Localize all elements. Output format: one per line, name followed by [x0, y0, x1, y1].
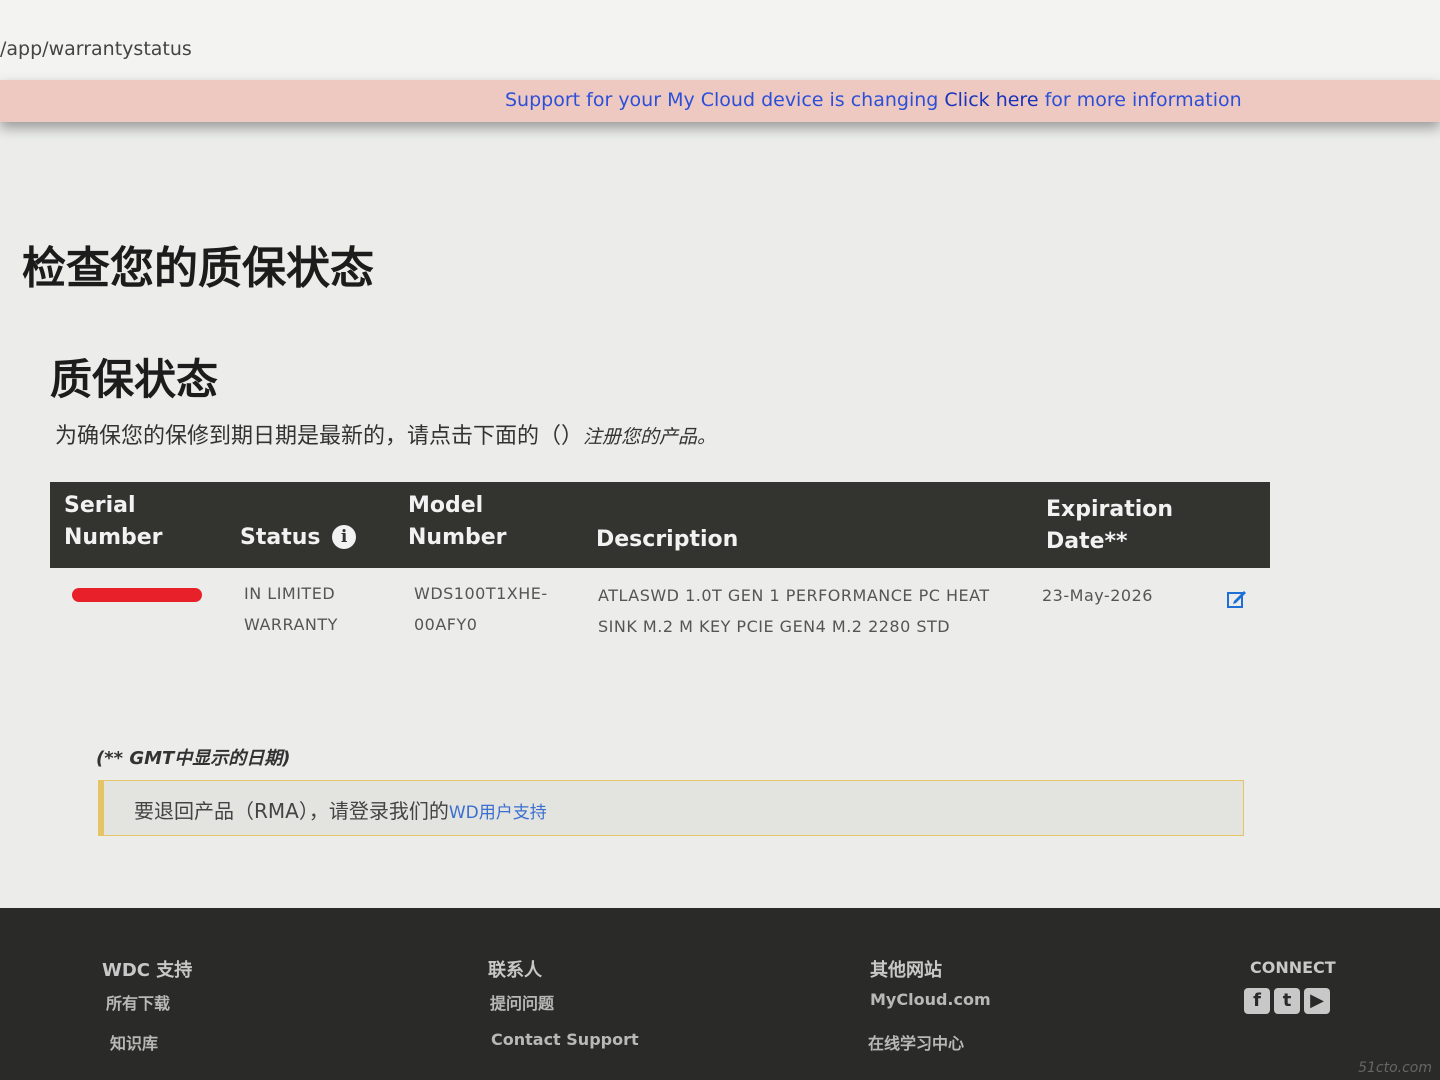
table-row: IN LIMITED WARRANTY WDS100T1XHE- 00AFY0 … — [50, 570, 1270, 660]
facebook-icon[interactable]: f — [1244, 988, 1270, 1014]
info-icon[interactable]: i — [332, 525, 357, 549]
rma-text-main: 要退回产品（RMA），请登录我们的 — [134, 799, 449, 823]
row-status: IN LIMITED WARRANTY — [244, 578, 338, 640]
watermark: 51cto.com — [1358, 1060, 1432, 1076]
footer-link-mycloud[interactable]: MyCloud.com — [870, 990, 991, 1009]
header-expiration-line2: Date** — [1046, 529, 1128, 554]
twitter-icon[interactable]: t — [1274, 988, 1300, 1014]
header-model-line1: Model — [408, 493, 484, 518]
intro-text: 为确保您的保修到期日期是最新的，请点击下面的（）注册您的产品。 — [55, 418, 716, 450]
notice-text-after: for more information — [1038, 89, 1242, 111]
row-status-line2: WARRANTY — [244, 615, 338, 634]
rma-text: 要退回产品（RMA），请登录我们的WD用户支持 — [134, 795, 547, 824]
rma-notice: 要退回产品（RMA），请登录我们的WD用户支持 — [98, 780, 1244, 836]
footer-heading-support: WDC 支持 — [102, 960, 193, 981]
notice-banner: Support for your My Cloud device is chan… — [0, 80, 1440, 122]
page-title: 检查您的质保状态 — [22, 243, 374, 294]
footer-connect-label: CONNECT — [1250, 958, 1336, 977]
redacted-serial-number — [72, 588, 202, 602]
intro-text-main: 为确保您的保修到期日期是最新的，请点击下面的（） — [55, 424, 584, 449]
edit-icon-svg — [1227, 591, 1246, 608]
header-status-label: Status — [240, 525, 321, 550]
row-model-line2: 00AFY0 — [414, 615, 478, 634]
header-serial-line1: Serial — [64, 493, 136, 518]
header-model-line2: Number — [408, 525, 507, 550]
footer-link-contact-support[interactable]: Contact Support — [491, 1030, 639, 1049]
notice-text: Support for your My Cloud device is chan… — [505, 89, 1242, 111]
header-model-number: Model Number — [408, 490, 507, 554]
url-text[interactable]: /app/warrantystatus — [0, 38, 192, 60]
row-status-line1: IN LIMITED — [244, 584, 336, 603]
row-expiration-date: 23-May-2026 — [1042, 586, 1153, 605]
header-expiration-line1: Expiration — [1046, 497, 1174, 522]
address-bar[interactable]: /app/warrantystatus — [0, 0, 1440, 81]
footer-link-learning-center[interactable]: 在线学习中心 — [868, 1030, 964, 1054]
row-description-line1: ATLASWD 1.0T GEN 1 PERFORMANCE PC HEAT — [598, 586, 990, 605]
row-model-line1: WDS100T1XHE- — [414, 584, 548, 603]
gmt-note: (** GMT中显示的日期) — [96, 748, 291, 769]
wd-support-link[interactable]: WD用户支持 — [449, 803, 547, 823]
row-description-line2: SINK M.2 M KEY PCIE GEN4 M.2 2280 STD — [598, 617, 951, 636]
header-serial-line2: Number — [64, 525, 163, 550]
footer-heading-contact: 联系人 — [488, 960, 542, 981]
edit-icon[interactable] — [1226, 588, 1246, 608]
footer-link-ask-question[interactable]: 提问问题 — [490, 990, 554, 1014]
footer-heading-other-sites: 其他网站 — [870, 960, 942, 981]
table-header: Serial Number Status i Model Number Desc… — [50, 482, 1270, 568]
row-description: ATLASWD 1.0T GEN 1 PERFORMANCE PC HEAT S… — [598, 580, 990, 642]
notice-link[interactable]: Click here — [944, 89, 1038, 111]
youtube-icon[interactable]: ▶ — [1304, 988, 1330, 1014]
header-description: Description — [596, 527, 739, 552]
notice-text-before: Support for your My Cloud device is chan… — [505, 89, 945, 111]
header-expiration-date: Expiration Date** — [1046, 494, 1173, 558]
header-status: Status i — [240, 522, 357, 554]
row-model-number: WDS100T1XHE- 00AFY0 — [414, 578, 548, 640]
footer-link-downloads[interactable]: 所有下载 — [106, 990, 170, 1014]
section-title: 质保状态 — [50, 355, 219, 404]
social-links: f t ▶ — [1244, 988, 1334, 1014]
footer-link-knowledge-base[interactable]: 知识库 — [110, 1030, 158, 1054]
header-serial-number: Serial Number — [64, 490, 163, 554]
register-product-link[interactable]: 注册您的产品。 — [583, 426, 716, 448]
footer: WDC 支持 所有下载 知识库 联系人 提问问题 Contact Support… — [0, 908, 1440, 1080]
